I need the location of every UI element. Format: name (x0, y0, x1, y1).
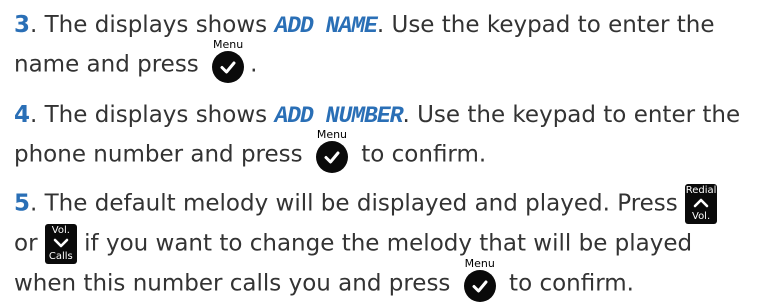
checkmark-icon (315, 141, 348, 173)
step-line: name and press Menu. (14, 39, 753, 85)
display-text: ADD NUMBER (274, 103, 403, 129)
step-text: . The displays shows (30, 12, 275, 38)
step-number: 4 (14, 102, 31, 128)
menu-confirm-button: Menu (310, 129, 354, 175)
step-number: 3 (14, 12, 31, 38)
step-text: when this number calls you and press (14, 270, 458, 297)
step-text: . (250, 51, 258, 78)
chevron-up-icon (693, 198, 709, 208)
step-text: . The default melody will be displayed a… (30, 190, 686, 217)
redial-vol-up-button: Redial Vol. (685, 184, 718, 224)
step-text: or (14, 230, 45, 257)
vol-label: Vol. (692, 211, 711, 222)
menu-confirm-button: Menu (206, 39, 250, 85)
menu-confirm-button: Menu (458, 258, 502, 304)
step-3: 3. The displays shows ADD NAME. Use the … (14, 6, 753, 85)
step-text: name and press (14, 51, 207, 78)
step-line: 5. The default melody will be displayed … (14, 184, 753, 224)
menu-label: Menu (316, 128, 348, 141)
chevron-down-icon (53, 238, 69, 248)
step-text: . The displays shows (30, 102, 275, 128)
step-text: . Use the keypad to enter the (402, 102, 741, 128)
step-number: 5 (14, 190, 31, 217)
step-text: . Use the keypad to enter the (376, 12, 715, 38)
checkmark-icon (212, 51, 245, 83)
step-line: 3. The displays shows ADD NAME. Use the … (14, 6, 753, 45)
display-text: ADD NAME (274, 13, 377, 39)
checkmark-icon (463, 270, 496, 302)
step-4: 4. The displays shows ADD NUMBER. Use th… (14, 96, 753, 175)
step-line: 4. The displays shows ADD NUMBER. Use th… (14, 96, 753, 135)
step-text: to confirm. (353, 141, 487, 168)
step-text: if you want to change the melody that wi… (76, 230, 693, 257)
step-5: 5. The default melody will be displayed … (14, 184, 753, 304)
step-line: or Vol. Calls if you want to change the m… (14, 224, 753, 264)
calls-label: Calls (48, 251, 73, 262)
step-line: when this number calls you and press Men… (14, 258, 753, 304)
menu-label: Menu (213, 38, 244, 51)
vol-label: Vol. (51, 225, 70, 236)
vol-down-calls-button: Vol. Calls (44, 224, 77, 264)
redial-label: Redial (685, 185, 717, 196)
step-line: phone number and press Menu to confirm. (14, 129, 753, 175)
step-text: to confirm. (501, 270, 634, 297)
step-text: phone number and press (14, 141, 310, 168)
menu-label: Menu (464, 257, 495, 270)
